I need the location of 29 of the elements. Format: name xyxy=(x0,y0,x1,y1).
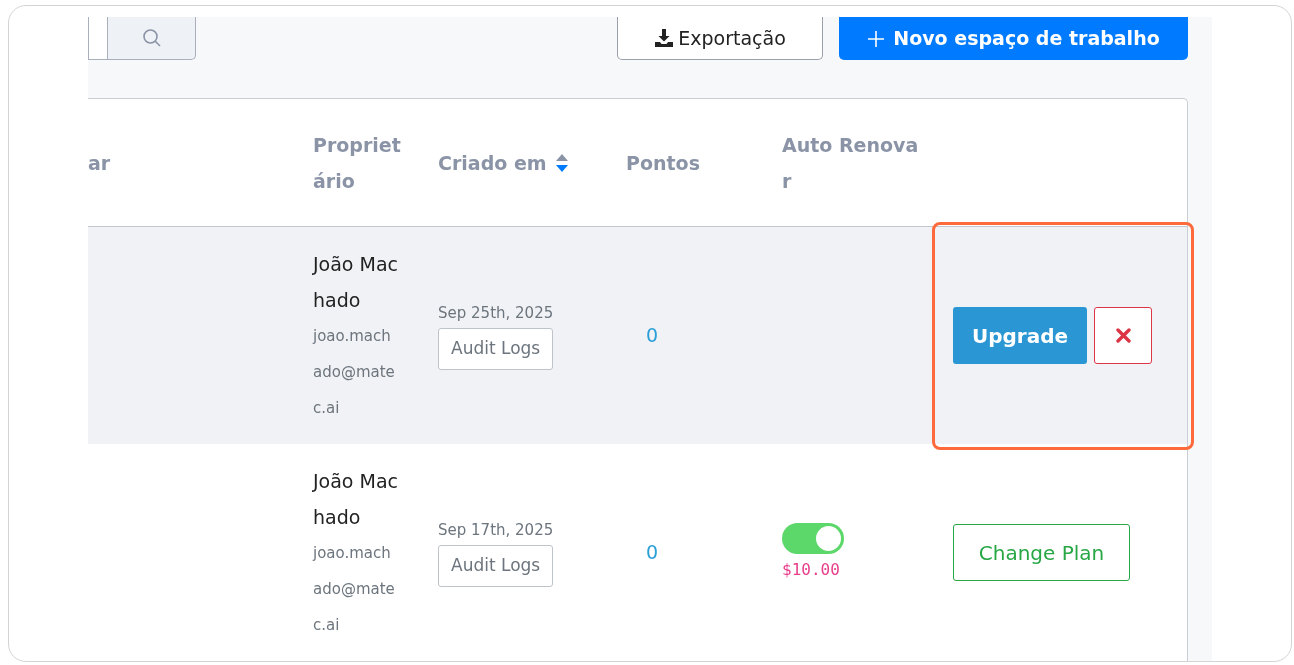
export-button[interactable]: Exportação xyxy=(617,17,823,60)
points-link[interactable]: 0 xyxy=(626,321,759,350)
column-header: Auto Renovar xyxy=(782,132,920,194)
column-header: ar xyxy=(88,150,111,176)
delete-button[interactable] xyxy=(1094,307,1152,364)
upgrade-button[interactable]: Upgrade xyxy=(953,307,1087,364)
price: $10.00 xyxy=(782,559,841,581)
created-date: Sep 25th, 2025 xyxy=(438,302,555,324)
search-icon xyxy=(141,28,162,48)
column-header: Pontos xyxy=(626,150,700,176)
new-workspace-button[interactable]: Novo espaço de trabalho xyxy=(839,17,1188,60)
download-icon xyxy=(654,28,675,48)
sort-icon[interactable] xyxy=(554,152,569,173)
toggle-switch[interactable] xyxy=(782,523,844,554)
column-header: Criado em xyxy=(438,150,547,176)
audit-logs-button[interactable]: Audit Logs xyxy=(438,328,554,370)
change-plan-button[interactable]: Change Plan xyxy=(953,524,1130,581)
search-field[interactable] xyxy=(88,17,107,60)
column-header: Proprietário xyxy=(313,132,402,194)
search-button[interactable] xyxy=(107,17,196,60)
owner-name: João Machado xyxy=(313,251,400,313)
points-link[interactable]: 0 xyxy=(626,538,759,567)
audit-logs-button[interactable]: Audit Logs xyxy=(438,545,554,587)
owner-email: joao.machado@matec.ai xyxy=(313,542,396,636)
close-icon xyxy=(1115,328,1131,343)
owner-email: joao.machado@matec.ai xyxy=(313,325,396,419)
plus-icon xyxy=(867,29,886,48)
owner-name: João Machado xyxy=(313,468,400,530)
created-date: Sep 17th, 2025 xyxy=(438,519,555,541)
